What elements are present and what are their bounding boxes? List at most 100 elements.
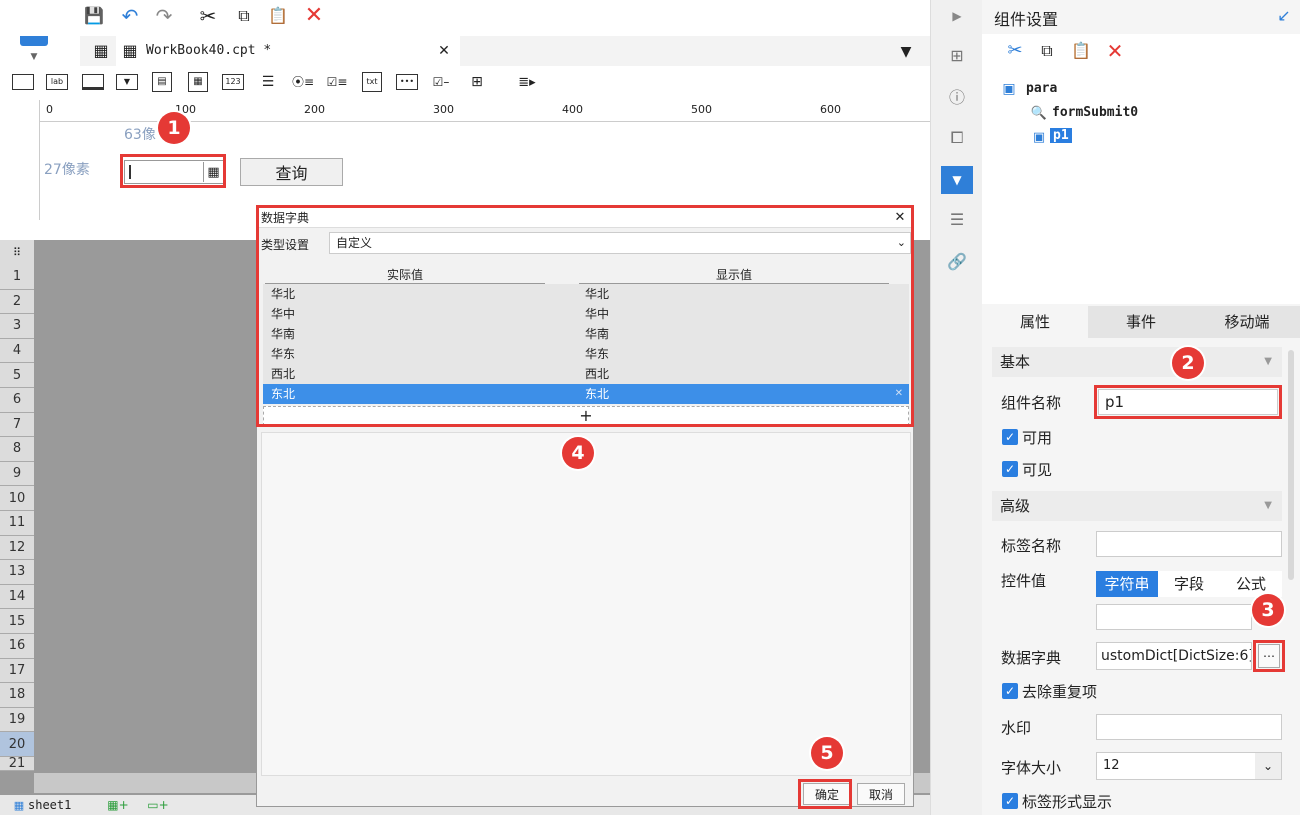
cancel-button[interactable]: 取消: [857, 783, 905, 805]
watermark-label: 水印: [1001, 719, 1032, 737]
query-button[interactable]: 查询: [240, 158, 343, 186]
widget-settings-icon[interactable]: ▼: [941, 166, 973, 194]
tab-string[interactable]: 字符串: [1096, 571, 1158, 597]
more-widgets-icon[interactable]: ≣▸: [512, 72, 542, 92]
row-header[interactable]: 13: [0, 560, 34, 585]
ruler-mark: 600: [820, 103, 841, 116]
row-header[interactable]: 17: [0, 658, 34, 684]
undo-icon[interactable]: ↶: [118, 4, 142, 28]
checkbox-widget-icon[interactable]: ☑–: [430, 72, 452, 92]
row-header[interactable]: 7: [0, 412, 34, 438]
row-header[interactable]: 19: [0, 707, 34, 733]
visible-checkbox[interactable]: ✓: [1002, 461, 1018, 477]
checkbox-group-icon[interactable]: ☑≡: [326, 72, 348, 92]
textbox-widget-icon[interactable]: [82, 74, 104, 90]
layout-icon[interactable]: ⊞: [945, 44, 969, 68]
tab-menu-icon[interactable]: ▼: [896, 42, 916, 62]
tab-field[interactable]: 字段: [1158, 571, 1220, 597]
label-widget-icon[interactable]: lab: [46, 74, 68, 90]
template-list-icon[interactable]: ☰: [945, 208, 969, 232]
row-header[interactable]: 5: [0, 363, 34, 388]
enabled-label: 可用: [1022, 429, 1053, 447]
frame-icon[interactable]: ⧠: [945, 126, 969, 150]
button-widget-icon[interactable]: [12, 74, 34, 90]
expand-panel-icon[interactable]: ▶: [947, 6, 967, 26]
dict-input[interactable]: ustomDict[DictSize:6]: [1096, 642, 1252, 670]
row-header[interactable]: 3: [0, 314, 34, 339]
step-badge-2: 2: [1172, 347, 1204, 379]
copy-icon[interactable]: ⧉: [1036, 40, 1058, 62]
highlight-dict-button: [1253, 640, 1285, 672]
step-badge-1: 1: [158, 112, 190, 144]
row-header[interactable]: 12: [0, 535, 34, 561]
delete-icon[interactable]: ✕: [302, 4, 326, 28]
row-header[interactable]: 9: [0, 461, 34, 487]
paste-icon[interactable]: 📋: [266, 4, 290, 28]
control-value-input[interactable]: [1096, 604, 1252, 630]
row-header[interactable]: 10: [0, 486, 34, 511]
row-header[interactable]: 1: [0, 265, 34, 290]
calendar-widget-icon[interactable]: ▦: [188, 72, 208, 92]
add-sheet-icon[interactable]: ▦+: [107, 797, 128, 813]
tab-props[interactable]: 属性: [982, 306, 1088, 338]
row-header[interactable]: 2: [0, 289, 34, 315]
tag-name-input[interactable]: [1096, 531, 1282, 557]
row-header[interactable]: 8: [0, 437, 34, 462]
date-widget-icon[interactable]: ▤: [152, 72, 172, 92]
tree-node-formsubmit[interactable]: formSubmit0: [1052, 105, 1138, 120]
widget-info-icon[interactable]: ⓘ: [945, 86, 969, 110]
row-header[interactable]: 11: [0, 511, 34, 536]
tab-formula[interactable]: 公式: [1220, 571, 1282, 597]
password-widget-icon[interactable]: •••: [396, 74, 418, 90]
label-display-label: 标签形式显示: [1022, 793, 1113, 811]
list-widget-icon[interactable]: ☰: [258, 72, 278, 92]
highlight-widget: [120, 154, 226, 188]
para-node-icon: ▣: [1002, 81, 1016, 97]
tab-workbook[interactable]: ▦ WorkBook40.cpt * ✕: [116, 36, 460, 66]
textarea-widget-icon[interactable]: txt: [362, 72, 382, 92]
grid-view-icon[interactable]: ▦: [90, 40, 112, 62]
tab-events[interactable]: 事件: [1088, 306, 1194, 338]
panel-title: 组件设置: [994, 10, 1059, 29]
tab-mobile[interactable]: 移动端: [1194, 306, 1300, 338]
ruler-mark: 500: [691, 103, 712, 116]
label-display-checkbox[interactable]: ✓: [1002, 793, 1018, 809]
sheet-tab[interactable]: sheet1: [28, 798, 71, 812]
delete-icon[interactable]: ✕: [1104, 40, 1126, 62]
row-header[interactable]: 4: [0, 338, 34, 364]
row-header[interactable]: 20: [0, 732, 34, 757]
copy-icon[interactable]: ⧉: [232, 4, 256, 28]
tree-node-p1[interactable]: p1: [1050, 128, 1072, 143]
row-header[interactable]: 6: [0, 388, 34, 413]
row-header[interactable]: 18: [0, 683, 34, 708]
number-widget-icon[interactable]: 123: [222, 74, 244, 90]
enabled-checkbox[interactable]: ✓: [1002, 429, 1018, 445]
row-header[interactable]: 15: [0, 609, 34, 634]
dict-label: 数据字典: [1001, 649, 1062, 667]
combobox-widget-icon[interactable]: ▼: [116, 74, 138, 90]
section-basic[interactable]: 基本 ▼: [992, 347, 1282, 377]
cut-icon[interactable]: ✂: [1004, 40, 1026, 62]
row-header[interactable]: 21: [0, 757, 34, 771]
save-icon[interactable]: 💾: [82, 4, 106, 28]
paste-icon[interactable]: 📋: [1070, 40, 1092, 62]
font-size-select[interactable]: 12 ⌄: [1096, 752, 1282, 780]
row-header[interactable]: 14: [0, 584, 34, 610]
radio-group-icon[interactable]: ⦿≡: [292, 72, 314, 92]
collapse-icon[interactable]: ↙: [1274, 6, 1294, 26]
panel-scrollbar[interactable]: [1288, 350, 1294, 580]
link-icon[interactable]: 🔗: [945, 250, 969, 274]
close-icon[interactable]: ✕: [436, 43, 452, 59]
add-form-sheet-icon[interactable]: ▭+: [146, 797, 170, 813]
step-badge-4: 4: [562, 437, 594, 469]
watermark-input[interactable]: [1096, 714, 1282, 740]
dedupe-checkbox[interactable]: ✓: [1002, 683, 1018, 699]
control-value-label: 控件值: [1001, 572, 1047, 590]
cut-icon[interactable]: ✂: [196, 4, 220, 28]
tree-node-para[interactable]: para: [1026, 81, 1057, 96]
section-advanced[interactable]: 高级 ▼: [992, 491, 1282, 521]
row-header[interactable]: 16: [0, 634, 34, 659]
tree-widget-icon[interactable]: ⊞: [466, 72, 488, 92]
date-node-icon: ▣: [1032, 129, 1046, 145]
redo-icon[interactable]: ↷: [152, 4, 176, 28]
